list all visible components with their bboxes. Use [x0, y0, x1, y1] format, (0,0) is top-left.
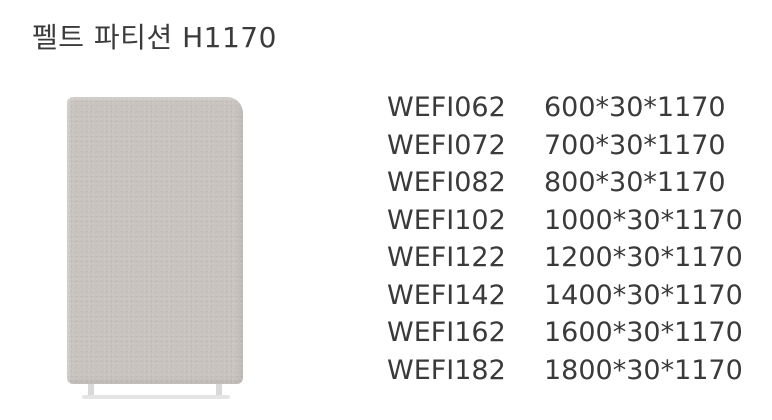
dimensions: 800*30*1170	[544, 167, 726, 198]
spec-row: WEFI162 1600*30*1170	[387, 314, 743, 352]
model-code: WEFI162	[387, 317, 506, 348]
spec-list: WEFI062 600*30*1170 WEFI072 700*30*1170 WE…	[387, 89, 743, 389]
dimensions: 1800*30*1170	[544, 354, 743, 386]
dimensions: 700*30*1170	[544, 129, 726, 161]
spec-row: WEFI142 1400*30*1170	[387, 277, 743, 315]
model-code: WEFI062	[387, 92, 506, 123]
dimensions: 1000*30*1170	[544, 204, 743, 236]
spec-row: WEFI102 1000*30*1170	[387, 202, 743, 240]
model-code: WEFI082	[387, 167, 506, 198]
product-image	[58, 90, 254, 420]
model-code: WEFI182	[387, 354, 506, 386]
dimensions: 1400*30*1170	[544, 279, 743, 311]
partition-base	[82, 395, 230, 399]
dimensions: 600*30*1170	[544, 92, 726, 123]
spec-row: WEFI062 600*30*1170	[387, 89, 743, 127]
spec-row: WEFI072 700*30*1170	[387, 127, 743, 165]
model-code: WEFI072	[387, 129, 506, 161]
dimensions: 1600*30*1170	[544, 317, 743, 348]
model-code: WEFI122	[387, 242, 506, 273]
page-title: 펠트 파티션 H1170	[32, 21, 277, 54]
model-code: WEFI142	[387, 279, 506, 311]
dimensions: 1200*30*1170	[544, 242, 743, 273]
spec-row: WEFI082 800*30*1170	[387, 164, 743, 202]
spec-row: WEFI182 1800*30*1170	[387, 352, 743, 390]
felt-partition-panel-image	[67, 97, 243, 384]
spec-row: WEFI122 1200*30*1170	[387, 239, 743, 277]
model-code: WEFI102	[387, 204, 506, 236]
